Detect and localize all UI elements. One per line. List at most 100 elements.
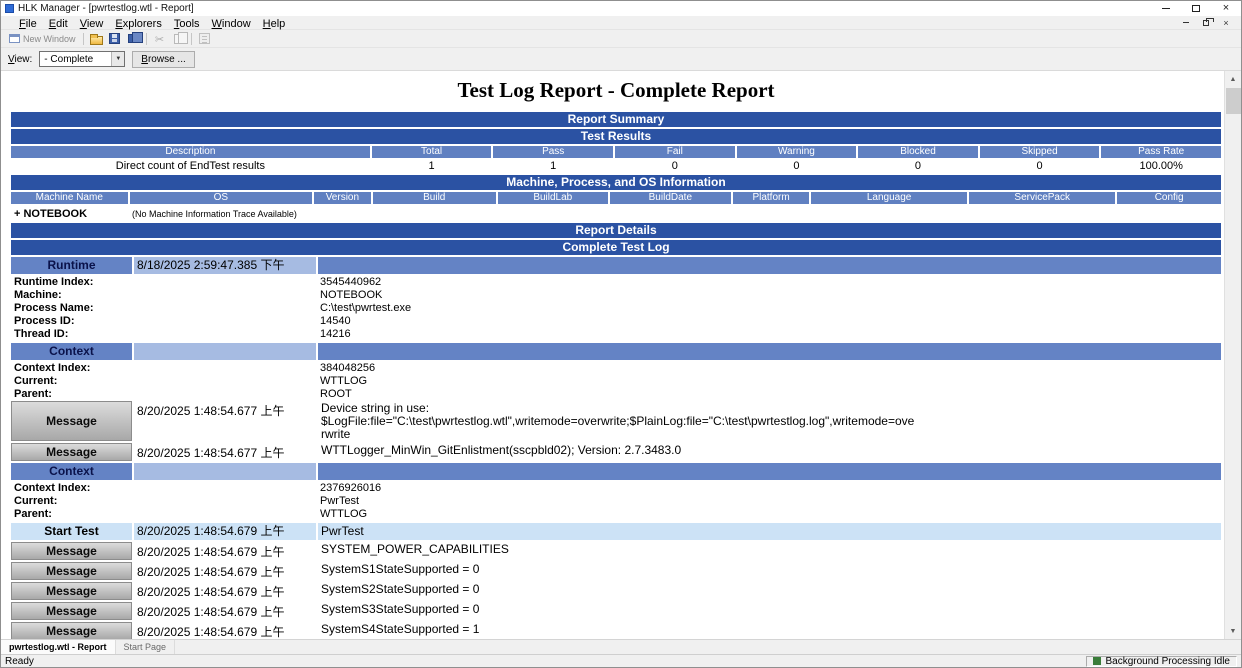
- log-row-message[interactable]: Message8/20/2025 1:48:54.679 上午SystemS2S…: [11, 582, 1221, 600]
- mdi-minimize-icon: [1183, 22, 1189, 23]
- toolbar-separator: [191, 33, 192, 45]
- menu-tools[interactable]: Tools: [168, 18, 206, 30]
- status-bar: Ready Background Processing Idle: [1, 654, 1241, 667]
- vertical-scrollbar[interactable]: ▲ ▼: [1224, 71, 1241, 639]
- tab-start-page[interactable]: Start Page: [116, 640, 176, 654]
- log-row-label: Runtime: [11, 257, 132, 274]
- log-row-kv[interactable]: Process ID:14540: [11, 315, 1221, 328]
- menu-view[interactable]: View: [74, 18, 110, 30]
- background-processing-text: Background Processing Idle: [1105, 656, 1230, 667]
- log-row-label: Message: [11, 622, 132, 639]
- mdi-minimize-button[interactable]: [1179, 17, 1193, 28]
- column-header: Language: [811, 192, 967, 204]
- scrollbar-thumb[interactable]: [1226, 88, 1241, 114]
- log-row-timestamp: [134, 482, 316, 495]
- machine-row[interactable]: + NOTEBOOK (No Machine Information Trace…: [11, 206, 1221, 221]
- menu-explorers[interactable]: Explorers: [109, 18, 167, 30]
- log-row-kv[interactable]: Parent:WTTLOG: [11, 508, 1221, 521]
- log-row-label: Message: [11, 562, 132, 580]
- log-row-kv[interactable]: Machine: NOTEBOOK: [11, 289, 1221, 302]
- column-header: Skipped: [980, 146, 1100, 158]
- log-row-content: 384048256: [318, 362, 1221, 375]
- log-row-content: NOTEBOOK: [318, 289, 1221, 302]
- chevron-down-icon[interactable]: ▼: [111, 52, 124, 66]
- log-row-kv[interactable]: Process Name:C:\test\pwrtest.exe: [11, 302, 1221, 315]
- log-row-kv[interactable]: Runtime Index:3545440962: [11, 276, 1221, 289]
- log-row-label: Machine:: [11, 289, 132, 302]
- scroll-down-icon[interactable]: ▼: [1225, 623, 1242, 639]
- log-row-section[interactable]: Context: [11, 343, 1221, 360]
- log-row-content: C:\test\pwrtest.exe: [318, 302, 1221, 315]
- menu-edit[interactable]: Edit: [43, 18, 74, 30]
- open-folder-button[interactable]: [88, 31, 106, 47]
- column-header: BuildLab: [498, 192, 608, 204]
- cut-button[interactable]: [151, 31, 169, 47]
- report-details-header: Report Details: [11, 223, 1221, 238]
- log-row-message[interactable]: Message8/20/2025 1:48:54.679 上午SystemS1S…: [11, 562, 1221, 580]
- minimize-button[interactable]: [1151, 1, 1181, 16]
- log-row-timestamp: [134, 343, 316, 360]
- log-row-message[interactable]: Message8/20/2025 1:48:54.679 上午SystemS3S…: [11, 602, 1221, 620]
- copy-button[interactable]: [169, 31, 187, 47]
- log-row-label: Parent:: [11, 508, 132, 521]
- save-button[interactable]: [106, 31, 124, 47]
- log-row-kv[interactable]: Context Index: 2376926016: [11, 482, 1221, 495]
- properties-button[interactable]: [196, 31, 214, 47]
- complete-test-log-header: Complete Test Log: [11, 240, 1221, 255]
- log-row-kv[interactable]: Parent:ROOT: [11, 388, 1221, 401]
- log-row-content: WTTLogger_MinWin_GitEnlistment(sscpbld02…: [318, 443, 918, 461]
- report-title: Test Log Report - Complete Report: [11, 71, 1221, 112]
- mdi-close-button[interactable]: ×: [1219, 17, 1233, 28]
- mdi-window-controls: ×: [1179, 17, 1241, 28]
- log-row-starttest[interactable]: Start Test8/20/2025 1:48:54.679 上午PwrTes…: [11, 523, 1221, 540]
- close-icon: ×: [1223, 3, 1229, 14]
- mdi-restore-button[interactable]: [1199, 17, 1213, 28]
- log-row-message[interactable]: Message8/20/2025 1:48:54.677 上午WTTLogger…: [11, 443, 1221, 461]
- menu-bar: FileEditViewExplorersToolsWindowHelp ×: [1, 16, 1241, 30]
- close-button[interactable]: ×: [1211, 1, 1241, 16]
- table-cell: 0: [858, 160, 978, 173]
- toolbar-separator: [146, 33, 147, 45]
- log-row-message[interactable]: Message8/20/2025 1:48:54.677 上午Device st…: [11, 401, 1221, 441]
- log-row-section[interactable]: Runtime8/18/2025 2:59:47.385 下午: [11, 257, 1221, 274]
- report-summary-header: Report Summary: [11, 112, 1221, 127]
- log-row-kv[interactable]: Thread ID:14216: [11, 328, 1221, 341]
- log-row-label: Context Index:: [11, 482, 132, 495]
- table-cell: 1: [493, 160, 613, 173]
- log-row-content: 2376926016: [318, 482, 1221, 495]
- copy-icon: [174, 34, 182, 44]
- view-select[interactable]: - Complete ▼: [39, 51, 125, 67]
- log-row-content: WTTLOG: [318, 375, 1221, 388]
- log-row-kv[interactable]: Current:PwrTest: [11, 495, 1221, 508]
- log-row-kv[interactable]: Current:WTTLOG: [11, 375, 1221, 388]
- log-row-timestamp: 8/20/2025 1:48:54.679 上午: [134, 542, 316, 560]
- log-row-kv[interactable]: Context Index:384048256: [11, 362, 1221, 375]
- new-window-label: New Window: [23, 34, 76, 44]
- new-window-button[interactable]: New Window: [6, 34, 79, 44]
- menu-window[interactable]: Window: [206, 18, 257, 30]
- log-row-timestamp: 8/20/2025 1:48:54.679 上午: [134, 622, 316, 639]
- view-toolbar: View: - Complete ▼ Browse ...: [1, 48, 1241, 71]
- log-row-content: 3545440962: [318, 276, 1221, 289]
- log-row-timestamp: [134, 315, 316, 328]
- column-header: ServicePack: [969, 192, 1115, 204]
- log-row-content: SystemS1StateSupported = 0: [318, 562, 918, 580]
- maximize-button[interactable]: [1181, 1, 1211, 16]
- log-row-content: SYSTEM_POWER_CAPABILITIES: [318, 542, 918, 560]
- log-row-message[interactable]: Message8/20/2025 1:48:54.679 上午SYSTEM_PO…: [11, 542, 1221, 560]
- window-controls: ×: [1151, 1, 1241, 16]
- toolbar-icons: [88, 31, 214, 47]
- log-row-message[interactable]: Message8/20/2025 1:48:54.679 上午SystemS4S…: [11, 622, 1221, 639]
- machine-name[interactable]: + NOTEBOOK: [11, 208, 132, 220]
- browse-button[interactable]: Browse ...: [132, 51, 194, 68]
- menu-help[interactable]: Help: [257, 18, 292, 30]
- test-results-row: Direct count of EndTest results110000100…: [11, 160, 1221, 173]
- log-row-timestamp: 8/18/2025 2:59:47.385 下午: [134, 257, 316, 274]
- log-row-content: 14216: [318, 328, 1221, 341]
- log-row-section[interactable]: Context: [11, 463, 1221, 480]
- scroll-up-icon[interactable]: ▲: [1225, 71, 1242, 87]
- menu-file[interactable]: File: [13, 18, 43, 30]
- save-all-button[interactable]: [124, 31, 142, 47]
- machine-column-headers: Machine NameOSVersionBuildBuildLabBuildD…: [11, 192, 1221, 204]
- tab-pwrtestlog-wtl-report[interactable]: pwrtestlog.wtl - Report: [1, 640, 116, 654]
